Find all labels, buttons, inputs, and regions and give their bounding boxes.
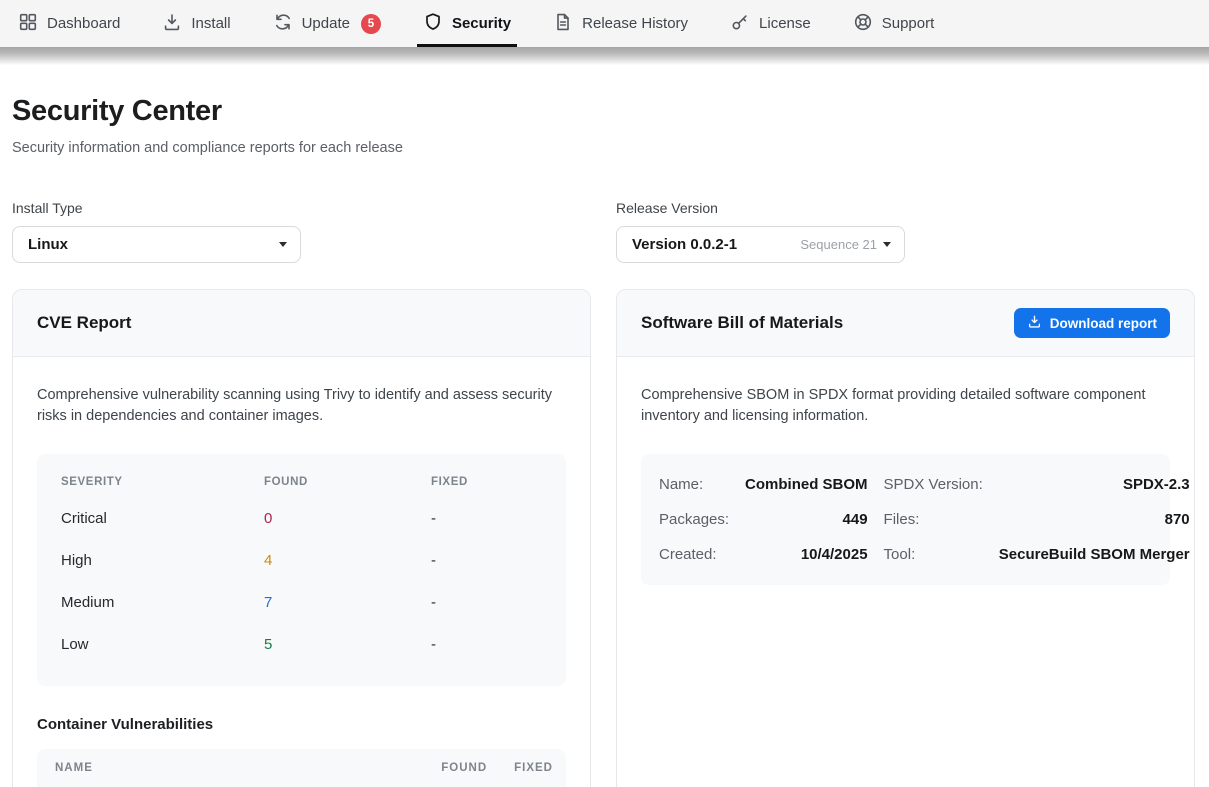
release-version-select[interactable]: Version 0.0.2-1 Sequence 21 xyxy=(616,226,905,263)
dashboard-icon xyxy=(18,12,38,36)
install-type-select[interactable]: Linux xyxy=(12,226,301,263)
nav-label: Install xyxy=(191,15,230,32)
nav-item-dashboard[interactable]: Dashboard xyxy=(18,0,120,47)
sbom-files-value: 870 xyxy=(999,502,1190,537)
sbom-tool-label: Tool: xyxy=(884,537,983,572)
shield-icon xyxy=(423,12,443,36)
container-vulnerabilities-header: NAME FOUND FIXED xyxy=(37,749,566,787)
severity-label: High xyxy=(61,540,264,582)
cve-report-header: CVE Report xyxy=(13,290,590,357)
name-column-header: NAME xyxy=(55,762,441,774)
found-column-header: FOUND xyxy=(441,762,487,774)
sbom-description: Comprehensive SBOM in SPDX format provid… xyxy=(641,385,1170,428)
sbom-card: Software Bill of Materials Download repo… xyxy=(616,289,1195,787)
sbom-name-value: Combined SBOM xyxy=(745,467,868,502)
fixed-count: - xyxy=(431,540,542,582)
fixed-count: - xyxy=(431,582,542,624)
cve-report-description: Comprehensive vulnerability scanning usi… xyxy=(37,385,566,428)
page-title: Security Center xyxy=(12,95,1195,128)
document-icon xyxy=(553,12,573,36)
fixed-count: - xyxy=(431,498,542,540)
install-type-label: Install Type xyxy=(12,200,591,216)
chevron-down-icon xyxy=(883,242,891,247)
fixed-column-header: FIXED xyxy=(514,762,553,774)
cve-report-title: CVE Report xyxy=(37,313,131,333)
severity-column-header: SEVERITY xyxy=(61,470,264,498)
table-row: Medium 7 - xyxy=(61,582,542,624)
container-vulnerabilities-title: Container Vulnerabilities xyxy=(37,716,566,733)
nav-item-update[interactable]: Update 5 xyxy=(273,0,381,47)
header-shadow xyxy=(0,47,1209,65)
found-count: 0 xyxy=(264,498,431,540)
nav-item-license[interactable]: License xyxy=(730,0,811,47)
found-column-header: FOUND xyxy=(264,470,431,498)
install-type-filter: Install Type Linux xyxy=(12,200,591,263)
table-row: Low 5 - xyxy=(61,624,542,666)
fixed-column-header: FIXED xyxy=(431,470,542,498)
release-version-label: Release Version xyxy=(616,200,1195,216)
sbom-packages-label: Packages: xyxy=(659,502,729,537)
sbom-info-grid: Name: Combined SBOM SPDX Version: SPDX-2… xyxy=(641,454,1170,585)
update-count-badge: 5 xyxy=(361,14,381,34)
update-refresh-icon xyxy=(273,12,293,36)
severity-label: Critical xyxy=(61,498,264,540)
download-report-button[interactable]: Download report xyxy=(1014,308,1170,338)
sbom-spdx-version-value: SPDX-2.3 xyxy=(999,467,1190,502)
nav-label: Update xyxy=(302,15,350,32)
nav-item-support[interactable]: Support xyxy=(853,0,935,47)
cve-report-card: CVE Report Comprehensive vulnerability s… xyxy=(12,289,591,787)
sbom-created-value: 10/4/2025 xyxy=(745,537,868,572)
found-count: 7 xyxy=(264,582,431,624)
active-tab-underline xyxy=(417,44,517,47)
severity-label: Low xyxy=(61,624,264,666)
sbom-name-label: Name: xyxy=(659,467,729,502)
nav-item-security[interactable]: Security xyxy=(423,0,511,47)
sbom-spdx-version-label: SPDX Version: xyxy=(884,467,983,502)
nav-label: Security xyxy=(452,15,511,32)
sbom-header: Software Bill of Materials Download repo… xyxy=(617,290,1194,357)
table-row: Critical 0 - xyxy=(61,498,542,540)
nav-label: License xyxy=(759,15,811,32)
severity-table-header: SEVERITY FOUND FIXED xyxy=(61,470,542,498)
nav-label: Release History xyxy=(582,15,688,32)
sbom-title: Software Bill of Materials xyxy=(641,313,843,333)
download-report-label: Download report xyxy=(1050,316,1157,331)
severity-table: SEVERITY FOUND FIXED Critical 0 - High 4… xyxy=(37,454,566,686)
sbom-files-label: Files: xyxy=(884,502,983,537)
found-count: 5 xyxy=(264,624,431,666)
release-version-value: Version 0.0.2-1 xyxy=(632,236,737,253)
table-row: High 4 - xyxy=(61,540,542,582)
sbom-packages-value: 449 xyxy=(745,502,868,537)
sbom-tool-value: SecureBuild SBOM Merger xyxy=(999,537,1190,572)
top-navigation: Dashboard Install Update 5 Security Rele… xyxy=(0,0,1209,47)
release-sequence-text: Sequence 21 xyxy=(800,237,877,252)
page-subtitle: Security information and compliance repo… xyxy=(12,140,1195,156)
nav-item-install[interactable]: Install xyxy=(162,0,230,47)
severity-label: Medium xyxy=(61,582,264,624)
fixed-count: - xyxy=(431,624,542,666)
install-type-value: Linux xyxy=(28,236,68,253)
download-icon xyxy=(1027,314,1042,332)
nav-label: Support xyxy=(882,15,935,32)
found-count: 4 xyxy=(264,540,431,582)
key-icon xyxy=(730,12,750,36)
chevron-down-icon xyxy=(279,242,287,247)
nav-item-release-history[interactable]: Release History xyxy=(553,0,688,47)
sbom-created-label: Created: xyxy=(659,537,729,572)
life-buoy-icon xyxy=(853,12,873,36)
nav-label: Dashboard xyxy=(47,15,120,32)
install-download-icon xyxy=(162,12,182,36)
release-version-filter: Release Version Version 0.0.2-1 Sequence… xyxy=(616,200,1195,263)
